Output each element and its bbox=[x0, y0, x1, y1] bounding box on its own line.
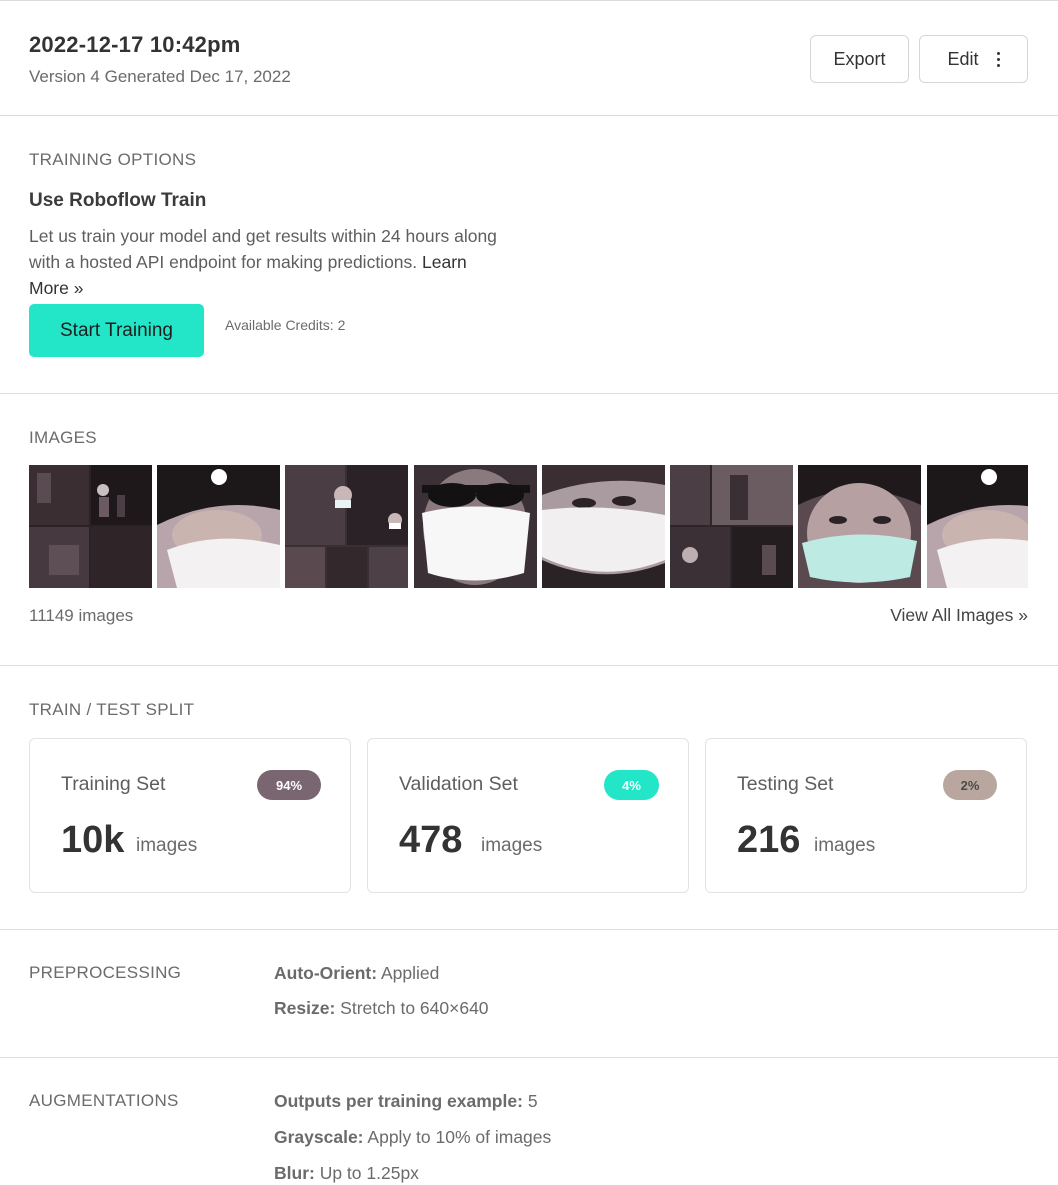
augmentations-section: AUGMENTATIONS Outputs per training examp… bbox=[0, 1058, 1058, 1185]
edit-button[interactable]: Edit bbox=[919, 35, 1028, 83]
version-subtitle: Version 4 Generated Dec 17, 2022 bbox=[29, 67, 291, 86]
training-options-section: TRAINING OPTIONS Use Roboflow Train Let … bbox=[0, 116, 1058, 394]
card-unit: images bbox=[481, 835, 543, 856]
train-description: Let us train your model and get results … bbox=[29, 223, 509, 301]
train-heading: Use Roboflow Train bbox=[29, 190, 207, 211]
available-credits: Available Credits: 2 bbox=[225, 317, 346, 333]
training-set-card: Training Set 94% 10k images bbox=[29, 738, 351, 893]
version-title: 2022-12-17 10:42pm bbox=[29, 32, 241, 57]
augmentation-key: Outputs per training example: bbox=[274, 1091, 523, 1111]
card-value: 216 bbox=[737, 819, 801, 861]
augmentation-key: Grayscale: bbox=[274, 1127, 364, 1147]
card-title: Validation Set bbox=[399, 773, 518, 795]
preprocessing-key: Resize: bbox=[274, 998, 336, 1018]
section-label-training: TRAINING OPTIONS bbox=[29, 150, 197, 169]
dataset-version-page: 2022-12-17 10:42pm Version 4 Generated D… bbox=[0, 0, 1058, 1185]
preprocessing-value: Applied bbox=[380, 963, 440, 983]
image-thumbnail[interactable] bbox=[542, 465, 665, 588]
kebab-menu-icon bbox=[996, 51, 1000, 67]
section-label-augmentations: AUGMENTATIONS bbox=[29, 1091, 179, 1110]
start-training-button[interactable]: Start Training bbox=[29, 304, 204, 357]
validation-set-card: Validation Set 4% 478 images bbox=[367, 738, 689, 893]
image-count: 11149 images bbox=[29, 606, 134, 625]
image-thumbnail[interactable] bbox=[29, 465, 152, 588]
section-label-split: TRAIN / TEST SPLIT bbox=[29, 700, 195, 719]
augmentation-key: Blur: bbox=[274, 1163, 315, 1183]
augmentation-item: Outputs per training example: 5 bbox=[274, 1091, 538, 1112]
image-thumbnail[interactable] bbox=[414, 465, 537, 588]
view-all-images-link[interactable]: View All Images » bbox=[890, 605, 1028, 626]
card-title: Testing Set bbox=[737, 773, 834, 795]
train-test-split-section: TRAIN / TEST SPLIT Training Set 94% 10k … bbox=[0, 666, 1058, 930]
card-unit: images bbox=[814, 835, 876, 856]
preprocessing-item: Auto-Orient: Applied bbox=[274, 963, 439, 984]
augmentation-item: Blur: Up to 1.25px bbox=[274, 1163, 419, 1184]
section-label-preprocessing: PREPROCESSING bbox=[29, 963, 182, 982]
preprocessing-section: PREPROCESSING Auto-Orient: Applied Resiz… bbox=[0, 930, 1058, 1058]
image-thumbnail[interactable] bbox=[157, 465, 280, 588]
preprocessing-item: Resize: Stretch to 640×640 bbox=[274, 998, 489, 1019]
percentage-badge: 4% bbox=[604, 770, 659, 800]
image-thumbnail[interactable] bbox=[798, 465, 921, 588]
testing-set-card: Testing Set 2% 216 images bbox=[705, 738, 1027, 893]
edit-button-label: Edit bbox=[947, 48, 979, 69]
export-button[interactable]: Export bbox=[810, 35, 909, 83]
card-unit: images bbox=[136, 835, 198, 856]
card-title: Training Set bbox=[61, 773, 166, 795]
augmentation-value: 5 bbox=[527, 1091, 538, 1111]
images-section: IMAGES 11149 images View All Images » bbox=[0, 394, 1058, 666]
augmentation-value: Up to 1.25px bbox=[319, 1163, 419, 1183]
image-thumbnail[interactable] bbox=[285, 465, 408, 588]
card-value: 10k bbox=[61, 819, 125, 861]
version-header: 2022-12-17 10:42pm Version 4 Generated D… bbox=[0, 1, 1058, 116]
image-thumbnail[interactable] bbox=[670, 465, 793, 588]
preprocessing-value: Stretch to 640×640 bbox=[340, 998, 489, 1018]
percentage-badge: 2% bbox=[943, 770, 997, 800]
image-thumbnail-strip bbox=[29, 465, 1028, 588]
card-value: 478 bbox=[399, 819, 463, 861]
augmentation-value: Apply to 10% of images bbox=[367, 1127, 552, 1147]
section-label-images: IMAGES bbox=[29, 428, 97, 447]
augmentation-item: Grayscale: Apply to 10% of images bbox=[274, 1127, 551, 1148]
image-thumbnail[interactable] bbox=[927, 465, 1028, 588]
percentage-badge: 94% bbox=[257, 770, 321, 800]
preprocessing-key: Auto-Orient: bbox=[274, 963, 378, 983]
